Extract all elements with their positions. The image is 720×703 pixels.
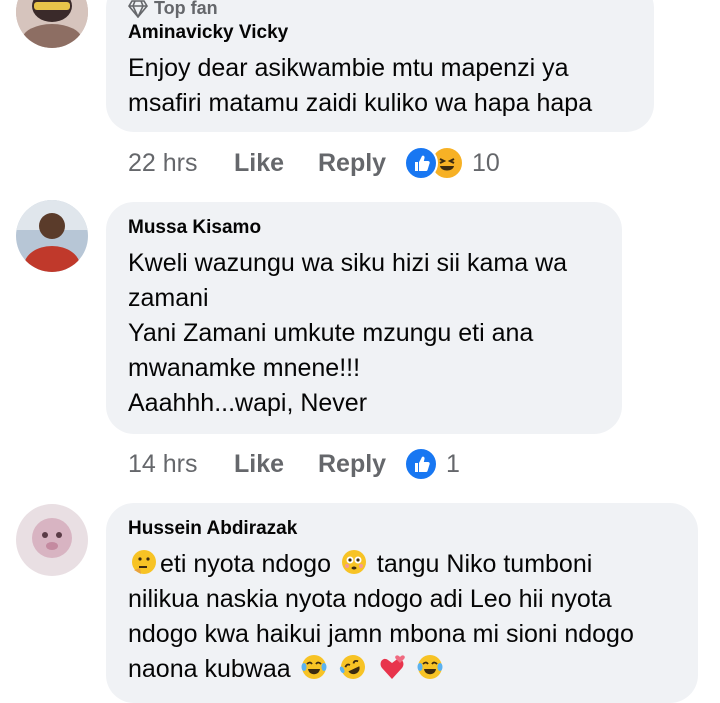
two-hearts-emoji xyxy=(380,655,405,679)
comment-line: msafiri matamu zaidi kuliko wa hapa hapa xyxy=(128,89,593,117)
comment-line: naona kubwaa xyxy=(128,652,676,687)
comment-line: Yani Zamani umkute mzungu eti ana xyxy=(128,319,534,347)
reactions-summary[interactable]: 10 xyxy=(404,146,500,180)
avatar[interactable] xyxy=(16,0,88,48)
tears-of-joy-emoji xyxy=(417,655,443,679)
comment-bubble[interactable]: Hussein Abdirazak eti nyota ndogo tangu … xyxy=(106,503,698,703)
comment-text: Enjoy dear asikwambie mtu mapenzi ya msa… xyxy=(128,51,632,121)
comment-bubble[interactable]: Mussa Kisamo Kweli wazungu wa siku hizi … xyxy=(106,202,622,434)
comment-text: Kweli wazungu wa siku hizi sii kama wa z… xyxy=(128,246,600,421)
comment-line: zamani xyxy=(128,284,209,312)
timestamp[interactable]: 14 hrs xyxy=(128,450,234,479)
avatar[interactable] xyxy=(16,200,88,272)
reactions-summary[interactable]: 1 xyxy=(404,447,460,481)
commenter-name[interactable]: Hussein Abdirazak xyxy=(128,517,676,541)
commenter-name[interactable]: Mussa Kisamo xyxy=(128,216,600,240)
comment-actions: 22 hrs Like Reply 10 xyxy=(128,146,500,180)
avatar[interactable] xyxy=(16,504,88,576)
comment-actions: 14 hrs Like Reply 1 xyxy=(128,447,460,481)
reply-button[interactable]: Reply xyxy=(318,149,404,178)
comment-line: nilikua naskia nyota ndogo adi Leo hii n… xyxy=(128,585,612,613)
comment-text-part: tangu Niko tumboni xyxy=(376,550,593,578)
top-fan-badge: Top fan xyxy=(128,0,632,19)
like-button[interactable]: Like xyxy=(234,450,318,479)
thinking-face-emoji xyxy=(132,550,156,574)
reply-button[interactable]: Reply xyxy=(318,450,404,479)
diamond-icon xyxy=(128,0,148,18)
comment-text-part: eti nyota ndogo xyxy=(160,550,331,578)
comment-bubble[interactable]: Top fan Aminavicky Vicky Enjoy dear asik… xyxy=(106,0,654,132)
comment-line: ndogo kwa haikui jamn mbona mi sioni ndo… xyxy=(128,620,634,648)
badge-label: Top fan xyxy=(154,0,218,18)
like-icon xyxy=(404,146,438,180)
reaction-count: 10 xyxy=(472,148,500,177)
tears-of-joy-emoji xyxy=(301,655,327,679)
timestamp[interactable]: 22 hrs xyxy=(128,149,234,178)
commenter-name[interactable]: Aminavicky Vicky xyxy=(128,21,632,45)
comment-text-part: naona kubwaa xyxy=(128,655,291,683)
comment-line: Enjoy dear asikwambie mtu mapenzi ya xyxy=(128,54,569,82)
reaction-count: 1 xyxy=(446,449,460,478)
comment-line: Aaahhh...wapi, Never xyxy=(128,389,368,417)
flushed-face-emoji xyxy=(341,550,366,574)
comment-line: mwanamke mnene!!! xyxy=(128,354,361,382)
like-button[interactable]: Like xyxy=(234,149,318,178)
comment-line: eti nyota ndogo tangu Niko tumboni xyxy=(128,547,676,582)
rolling-laughing-emoji xyxy=(339,655,365,679)
like-icon xyxy=(404,447,438,481)
comment-line: Kweli wazungu wa siku hizi sii kama wa xyxy=(128,249,568,277)
comment-text: eti nyota ndogo tangu Niko tumboni nilik… xyxy=(128,547,676,687)
